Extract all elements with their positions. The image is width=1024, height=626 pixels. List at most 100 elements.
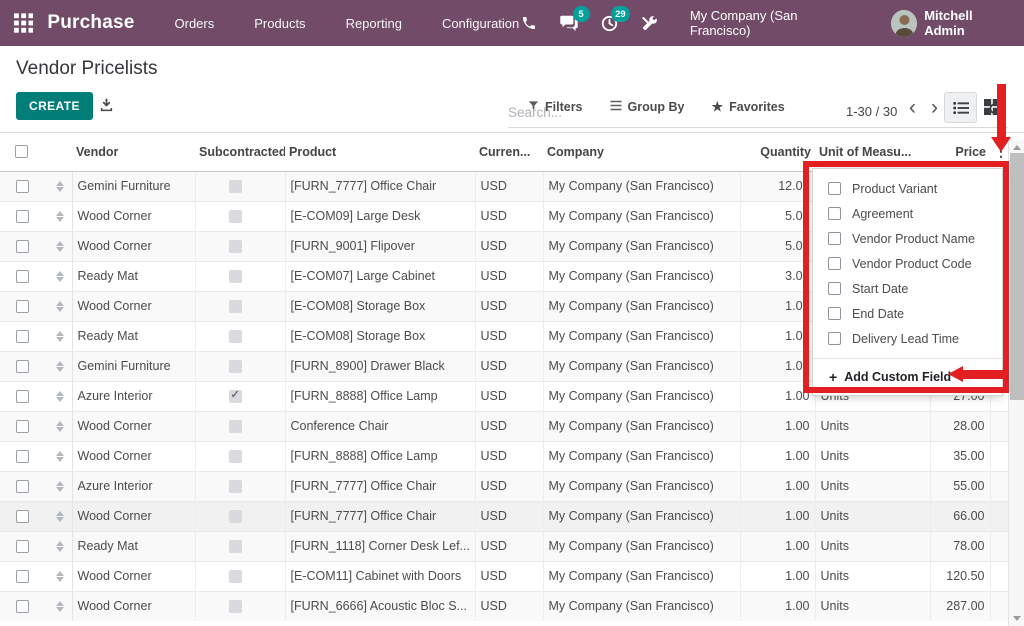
currency-cell[interactable]: USD xyxy=(475,351,543,381)
product-cell[interactable]: [FURN_8900] Drawer Black xyxy=(285,351,475,381)
row-checkbox[interactable] xyxy=(16,210,29,223)
company-cell[interactable]: My Company (San Francisco) xyxy=(543,201,740,231)
favorites-button[interactable]: ★ Favorites xyxy=(711,99,784,115)
uom-cell[interactable]: Units xyxy=(815,441,930,471)
subcontracted-cell[interactable] xyxy=(195,441,285,471)
phone-icon[interactable] xyxy=(519,13,538,33)
currency-cell[interactable]: USD xyxy=(475,381,543,411)
app-title[interactable]: Purchase xyxy=(47,12,134,34)
column-option-checkbox[interactable] xyxy=(828,307,841,320)
quantity-cell[interactable]: 1.00 xyxy=(740,381,815,411)
pager-previous-button[interactable]: ‹ xyxy=(909,96,916,120)
quantity-cell[interactable]: 1.00 xyxy=(740,531,815,561)
vendor-cell[interactable]: Wood Corner xyxy=(72,231,195,261)
quantity-cell[interactable]: 5.00 xyxy=(740,231,815,261)
add-custom-field-button[interactable]: +Add Custom Field xyxy=(813,359,1002,395)
currency-cell[interactable]: USD xyxy=(475,201,543,231)
currency-cell[interactable]: USD xyxy=(475,171,543,201)
table-row[interactable]: Ready Mat [FURN_1118] Corner Desk Lef...… xyxy=(0,531,1008,561)
price-cell[interactable]: 120.50 xyxy=(930,561,990,591)
row-checkbox[interactable] xyxy=(16,360,29,373)
quantity-cell[interactable]: 5.00 xyxy=(740,201,815,231)
company-cell[interactable]: My Company (San Francisco) xyxy=(543,261,740,291)
currency-cell[interactable]: USD xyxy=(475,471,543,501)
column-option-item[interactable]: Product Variant xyxy=(813,176,1002,201)
row-drag-handle[interactable] xyxy=(48,171,72,201)
row-checkbox[interactable] xyxy=(16,270,29,283)
subcontracted-cell[interactable] xyxy=(195,381,285,411)
nav-menu-orders[interactable]: Orders xyxy=(175,16,215,31)
quantity-cell[interactable]: 1.00 xyxy=(740,411,815,441)
subcontracted-cell[interactable] xyxy=(195,501,285,531)
table-row[interactable]: Wood Corner [E-COM11] Cabinet with Doors… xyxy=(0,561,1008,591)
product-cell[interactable]: Conference Chair xyxy=(285,411,475,441)
product-cell[interactable]: [FURN_6666] Acoustic Bloc S... xyxy=(285,591,475,621)
scrollbar-thumb[interactable] xyxy=(1010,153,1024,400)
vendor-cell[interactable]: Wood Corner xyxy=(72,411,195,441)
subcontracted-cell[interactable] xyxy=(195,261,285,291)
subcontracted-cell[interactable] xyxy=(195,231,285,261)
currency-cell[interactable]: USD xyxy=(475,561,543,591)
table-row[interactable]: Wood Corner Conference Chair USD My Comp… xyxy=(0,411,1008,441)
company-cell[interactable]: My Company (San Francisco) xyxy=(543,321,740,351)
column-option-checkbox[interactable] xyxy=(828,282,841,295)
product-cell[interactable]: [FURN_1118] Corner Desk Lef... xyxy=(285,531,475,561)
subcontracted-cell[interactable] xyxy=(195,471,285,501)
uom-cell[interactable]: Units xyxy=(815,531,930,561)
price-cell[interactable]: 287.00 xyxy=(930,591,990,621)
company-cell[interactable]: My Company (San Francisco) xyxy=(543,171,740,201)
select-all-checkbox[interactable] xyxy=(15,145,28,158)
scrollbar-down-icon[interactable] xyxy=(1013,616,1021,621)
price-cell[interactable]: 66.00 xyxy=(930,501,990,531)
quantity-cell[interactable]: 1.00 xyxy=(740,351,815,381)
vendor-cell[interactable]: Azure Interior xyxy=(72,381,195,411)
currency-cell[interactable]: USD xyxy=(475,591,543,621)
row-checkbox[interactable] xyxy=(16,420,29,433)
table-row[interactable]: Azure Interior [FURN_7777] Office Chair … xyxy=(0,471,1008,501)
row-drag-handle[interactable] xyxy=(48,591,72,621)
row-drag-handle[interactable] xyxy=(48,561,72,591)
table-row[interactable]: Wood Corner [FURN_8888] Office Lamp USD … xyxy=(0,441,1008,471)
subcontracted-cell[interactable] xyxy=(195,411,285,441)
vendor-cell[interactable]: Wood Corner xyxy=(72,591,195,621)
company-cell[interactable]: My Company (San Francisco) xyxy=(543,441,740,471)
optional-columns-toggle-icon[interactable]: ⋮ xyxy=(994,143,1008,159)
vendor-header[interactable]: Vendor xyxy=(72,133,195,171)
row-drag-handle[interactable] xyxy=(48,441,72,471)
subcontracted-cell[interactable] xyxy=(195,531,285,561)
subcontracted-cell[interactable] xyxy=(195,291,285,321)
price-cell[interactable]: 35.00 xyxy=(930,441,990,471)
group-by-button[interactable]: Group By xyxy=(610,99,685,115)
quantity-cell[interactable]: 1.00 xyxy=(740,501,815,531)
tools-icon[interactable] xyxy=(640,13,659,33)
price-cell[interactable]: 28.00 xyxy=(930,411,990,441)
company-cell[interactable]: My Company (San Francisco) xyxy=(543,561,740,591)
row-drag-handle[interactable] xyxy=(48,411,72,441)
company-cell[interactable]: My Company (San Francisco) xyxy=(543,471,740,501)
column-option-item[interactable]: Start Date xyxy=(813,276,1002,301)
subcontracted-cell[interactable] xyxy=(195,321,285,351)
subcontracted-cell[interactable] xyxy=(195,591,285,621)
messages-icon[interactable]: 5 xyxy=(559,13,578,33)
table-row[interactable]: Wood Corner [FURN_7777] Office Chair USD… xyxy=(0,501,1008,531)
quantity-cell[interactable]: 12.00 xyxy=(740,171,815,201)
column-option-item[interactable]: Vendor Product Code xyxy=(813,251,1002,276)
row-drag-handle[interactable] xyxy=(48,381,72,411)
pager-next-button[interactable]: › xyxy=(931,96,938,120)
product-cell[interactable]: [FURN_7777] Office Chair xyxy=(285,171,475,201)
row-checkbox[interactable] xyxy=(16,600,29,613)
subcontracted-cell[interactable] xyxy=(195,351,285,381)
column-option-item[interactable]: Delivery Lead Time xyxy=(813,326,1002,351)
row-checkbox[interactable] xyxy=(16,540,29,553)
vendor-cell[interactable]: Ready Mat xyxy=(72,321,195,351)
vendor-cell[interactable]: Wood Corner xyxy=(72,291,195,321)
row-drag-handle[interactable] xyxy=(48,351,72,381)
apps-grid-icon[interactable] xyxy=(14,13,33,33)
subcontracted-header[interactable]: Subcontracted xyxy=(195,133,285,171)
row-drag-handle[interactable] xyxy=(48,321,72,351)
row-checkbox[interactable] xyxy=(16,510,29,523)
vendor-cell[interactable]: Wood Corner xyxy=(72,441,195,471)
row-checkbox[interactable] xyxy=(16,240,29,253)
row-checkbox[interactable] xyxy=(16,480,29,493)
nav-menu-configuration[interactable]: Configuration xyxy=(442,16,519,31)
